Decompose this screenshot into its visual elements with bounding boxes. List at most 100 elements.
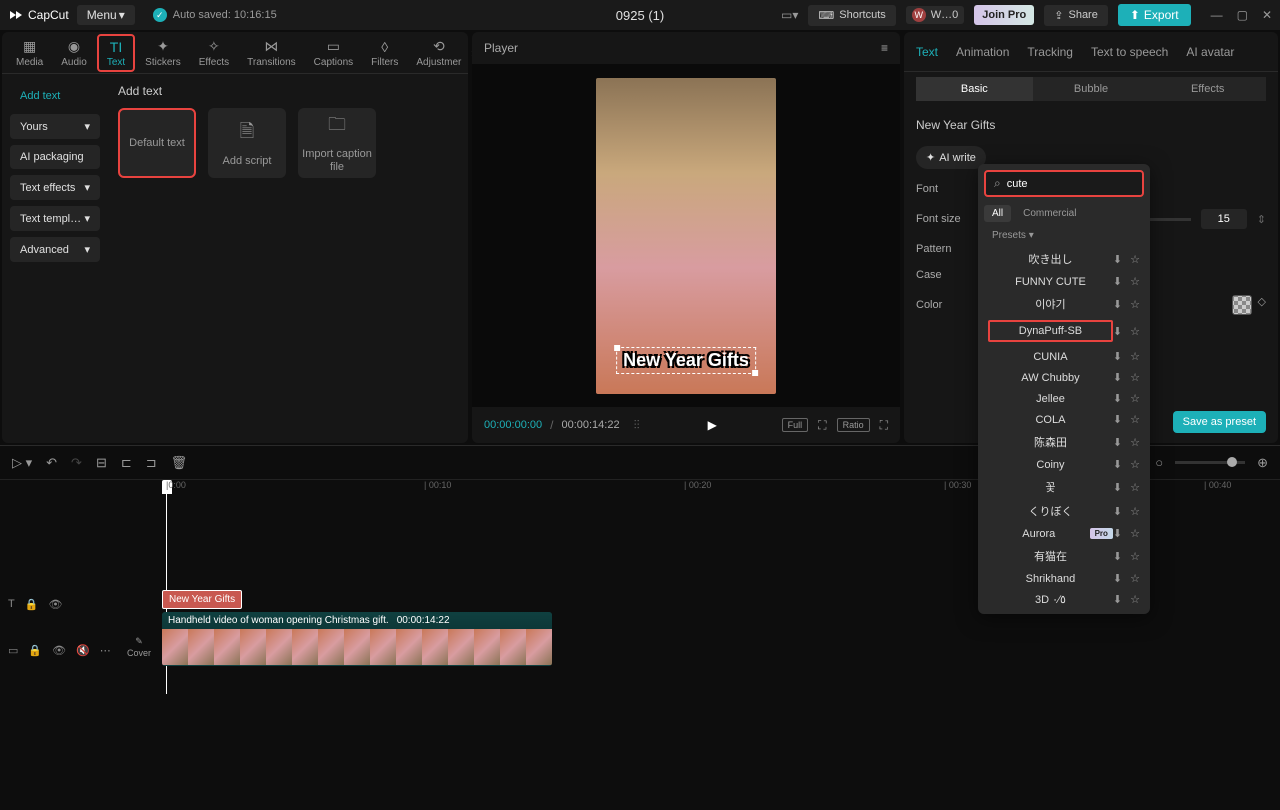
stepper-icon[interactable]: ⇕ [1257, 213, 1266, 226]
star-icon[interactable]: ☆ [1130, 550, 1140, 563]
sidebar-ai-packaging[interactable]: AI packaging [10, 145, 100, 169]
export-button[interactable]: ⬆Export [1118, 4, 1191, 26]
text-content-field[interactable]: New Year Gifts [916, 118, 1266, 132]
sidebar-text-effects[interactable]: Text effects▾ [10, 175, 100, 200]
star-icon[interactable]: ☆ [1130, 275, 1140, 288]
download-icon[interactable]: ⬇ [1113, 350, 1122, 363]
font-option[interactable]: AuroraPro⬇☆ [978, 523, 1150, 544]
zoom-slider[interactable] [1175, 461, 1245, 464]
font-option[interactable]: CUNIA⬇☆ [978, 346, 1150, 367]
font-search[interactable]: ⌕ × [984, 170, 1144, 197]
split-right-button[interactable]: ⊐ [146, 455, 157, 471]
player-canvas[interactable]: New Year Gifts [472, 64, 900, 407]
download-icon[interactable]: ⬇ [1113, 325, 1122, 338]
font-option[interactable]: Shrikhand⬇☆ [978, 568, 1150, 589]
font-option[interactable]: 꽃⬇☆ [978, 475, 1150, 499]
undo-button[interactable]: ↶ [46, 455, 57, 471]
download-icon[interactable]: ⬇ [1113, 481, 1122, 494]
download-icon[interactable]: ⬇ [1113, 550, 1122, 563]
font-presets[interactable]: Presets ▾ [978, 224, 1150, 247]
download-icon[interactable]: ⬇ [1113, 527, 1122, 540]
font-option[interactable]: Coiny⬇☆ [978, 454, 1150, 475]
download-icon[interactable]: ⬇ [1113, 505, 1122, 518]
star-icon[interactable]: ☆ [1130, 505, 1140, 518]
tab-ai-avatar[interactable]: AI avatar [1186, 45, 1234, 59]
font-option[interactable]: 陈森田⬇☆ [978, 430, 1150, 454]
join-pro-button[interactable]: Join Pro [974, 5, 1034, 25]
font-option[interactable]: くりぼく⬇☆ [978, 499, 1150, 523]
download-icon[interactable]: ⬇ [1113, 371, 1122, 384]
font-option[interactable]: 이야기⬇☆ [978, 292, 1150, 316]
play-button[interactable]: ▶ [708, 418, 717, 432]
shortcuts-button[interactable]: ⌨Shortcuts [808, 5, 895, 26]
tab-text-to-speech[interactable]: Text to speech [1091, 45, 1168, 59]
star-icon[interactable]: ☆ [1130, 350, 1140, 363]
font-option[interactable]: COLA⬇☆ [978, 409, 1150, 430]
minimize-button[interactable]: — [1211, 8, 1223, 22]
download-icon[interactable]: ⬇ [1113, 436, 1122, 449]
font-option[interactable]: Jellee⬇☆ [978, 388, 1150, 409]
fullscreen-icon[interactable]: ⛶ [880, 418, 888, 433]
star-icon[interactable]: ☆ [1130, 371, 1140, 384]
star-icon[interactable]: ☆ [1130, 325, 1140, 338]
tool-media[interactable]: ▦Media [8, 36, 51, 70]
sidebar-advanced[interactable]: Advanced▾ [10, 237, 100, 262]
eye-icon[interactable]: 👁 [52, 644, 66, 657]
tool-adjustment[interactable]: ⟲Adjustmer [408, 36, 469, 70]
redo-button[interactable]: ↷ [71, 455, 82, 471]
import-caption-option[interactable]: 🗀Import caption file [298, 108, 376, 178]
lock-icon[interactable]: 🔒 [28, 644, 42, 657]
zoom-in-icon[interactable]: ⊕ [1257, 455, 1268, 471]
tool-stickers[interactable]: ✦Stickers [137, 36, 189, 70]
menu-button[interactable]: Menu▾ [77, 5, 135, 25]
full-button[interactable]: Full [782, 418, 809, 432]
user-badge[interactable]: WW…0 [906, 6, 965, 24]
add-script-option[interactable]: 🗎Add script [208, 108, 286, 178]
zoom-out-icon[interactable]: ○ [1155, 455, 1163, 470]
font-option[interactable]: FUNNY CUTE⬇☆ [978, 271, 1150, 292]
font-tab-commercial[interactable]: Commercial [1015, 205, 1084, 222]
default-text-option[interactable]: Default text [118, 108, 196, 178]
sidebar-text-templates[interactable]: Text templ…▾ [10, 206, 100, 231]
tool-effects[interactable]: ✧Effects [191, 36, 237, 70]
download-icon[interactable]: ⬇ [1113, 572, 1122, 585]
lock-icon[interactable]: 🔒 [25, 598, 39, 611]
font-option[interactable]: AW Chubby⬇☆ [978, 367, 1150, 388]
tab-text[interactable]: Text [916, 45, 938, 59]
star-icon[interactable]: ☆ [1130, 572, 1140, 585]
font-search-input[interactable] [1007, 178, 1149, 190]
more-icon[interactable]: ⋯ [100, 644, 111, 657]
save-preset-button[interactable]: Save as preset [1173, 411, 1266, 433]
split-button[interactable]: ⊟ [96, 455, 107, 471]
star-icon[interactable]: ☆ [1130, 298, 1140, 311]
download-icon[interactable]: ⬇ [1113, 253, 1122, 266]
star-icon[interactable]: ☆ [1130, 392, 1140, 405]
star-icon[interactable]: ☆ [1130, 458, 1140, 471]
star-icon[interactable]: ☆ [1130, 481, 1140, 494]
eye-icon[interactable]: 👁 [48, 598, 62, 611]
eyedropper-icon[interactable]: ◇ [1258, 295, 1266, 315]
tool-captions[interactable]: ▭Captions [306, 36, 361, 70]
download-icon[interactable]: ⬇ [1113, 275, 1122, 288]
maximize-button[interactable]: ▢ [1237, 8, 1248, 22]
tool-transitions[interactable]: ⋈Transitions [239, 36, 304, 70]
subtab-basic[interactable]: Basic [916, 77, 1033, 101]
ratio-button[interactable]: Ratio [837, 418, 870, 432]
font-option[interactable]: 3D ٥∕٠⬇☆ [978, 589, 1150, 610]
star-icon[interactable]: ☆ [1130, 253, 1140, 266]
sidebar-add-text[interactable]: Add text [10, 84, 100, 108]
quality-icon[interactable]: ⫶⫶ [634, 418, 640, 433]
download-icon[interactable]: ⬇ [1113, 392, 1122, 405]
star-icon[interactable]: ☆ [1130, 527, 1140, 540]
split-left-button[interactable]: ⊏ [121, 455, 132, 471]
font-option[interactable]: 有猫在⬇☆ [978, 544, 1150, 568]
close-button[interactable]: ✕ [1262, 8, 1272, 22]
color-picker[interactable] [1232, 295, 1252, 315]
subtab-effects[interactable]: Effects [1149, 77, 1266, 101]
mute-icon[interactable]: 🔇 [76, 644, 90, 657]
player-menu-icon[interactable]: ≡ [881, 41, 888, 55]
star-icon[interactable]: ☆ [1130, 413, 1140, 426]
text-overlay[interactable]: New Year Gifts [616, 347, 756, 374]
sidebar-yours[interactable]: Yours▾ [10, 114, 100, 139]
font-option[interactable]: DynaPuff-SB⬇☆ [978, 316, 1150, 346]
